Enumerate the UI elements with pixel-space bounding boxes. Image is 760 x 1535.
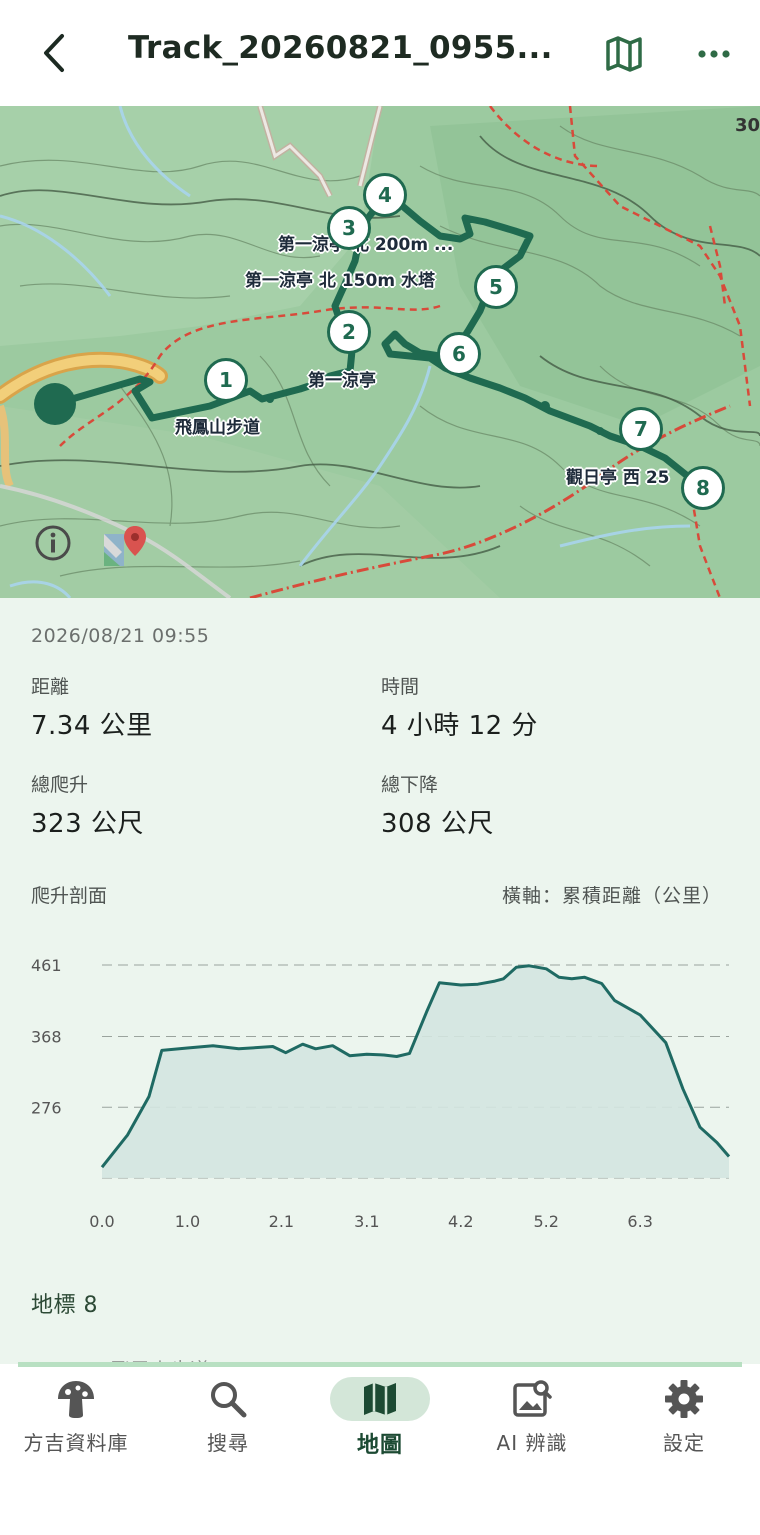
map-icon bbox=[606, 36, 642, 72]
time-label: 時間 bbox=[381, 676, 420, 698]
y-tick-label: 368 bbox=[31, 1028, 62, 1047]
tab-label: 方吉資料庫 bbox=[23, 1431, 129, 1455]
x-tick-label: 0.0 bbox=[89, 1212, 114, 1231]
elevation-axis-note: 橫軸：累積距離（公里） bbox=[501, 885, 722, 907]
waypoint-marker-1[interactable]: 1 bbox=[204, 358, 248, 402]
page-title: Track_20260821_0955... bbox=[128, 30, 553, 66]
tab-label: 地圖 bbox=[356, 1433, 403, 1458]
track-map[interactable]: 30 飛鳳山步道 第一涼亭 第一涼亭 北 150m 水塔 第一涼亭 北 200m… bbox=[0, 106, 760, 598]
x-tick-label: 3.1 bbox=[354, 1212, 379, 1231]
tab-icon-wrap bbox=[26, 1377, 126, 1421]
tab-map[interactable]: 地圖 bbox=[304, 1367, 456, 1477]
tab-icon-wrap bbox=[178, 1377, 278, 1421]
waypoint-marker-5[interactable]: 5 bbox=[474, 265, 518, 309]
waypoint-marker-6[interactable]: 6 bbox=[437, 332, 481, 376]
tab-fungi-database[interactable]: 方吉資料庫 bbox=[0, 1367, 152, 1477]
tab-ai-identify[interactable]: AI 辨識 bbox=[456, 1367, 608, 1477]
tab-label: 搜尋 bbox=[207, 1431, 249, 1455]
gear-icon bbox=[665, 1380, 703, 1418]
more-options-button[interactable] bbox=[690, 30, 738, 78]
landmarks-title: 地標 8 bbox=[31, 1293, 98, 1318]
waypoint-marker-7[interactable]: 7 bbox=[619, 407, 663, 451]
top-app-bar: Track_20260821_0955... bbox=[0, 0, 760, 106]
tab-icon-wrap bbox=[482, 1377, 582, 1421]
x-tick-label: 6.3 bbox=[627, 1212, 652, 1231]
search-icon bbox=[211, 1382, 247, 1418]
tab-icon-wrap bbox=[634, 1377, 734, 1421]
elevation-profile-chart[interactable]: 461 368 276 0.0 1.0 2.1 3.1 4.2 5.2 6.3 bbox=[0, 938, 760, 1238]
waypoint-marker-2[interactable]: 2 bbox=[327, 310, 371, 354]
image-search-icon bbox=[513, 1380, 552, 1417]
mushroom-icon bbox=[58, 1381, 94, 1418]
map-label-pavilion-north-150: 第一涼亭 北 150m 水塔 bbox=[245, 271, 435, 291]
elevation-profile-title: 爬升剖面 bbox=[31, 885, 108, 907]
x-tick-label: 4.2 bbox=[448, 1212, 473, 1231]
x-tick-label: 1.0 bbox=[175, 1212, 200, 1231]
waypoint-marker-3[interactable]: 3 bbox=[327, 206, 371, 250]
tab-label: AI 辨識 bbox=[496, 1431, 568, 1455]
map-icon bbox=[364, 1383, 396, 1415]
y-tick-label: 461 bbox=[31, 956, 62, 975]
map-label-trail: 飛鳳山步道 bbox=[175, 418, 260, 438]
elevation-area-fill bbox=[102, 965, 729, 1178]
descent-value: 308 公尺 bbox=[381, 809, 494, 839]
ascent-label: 總爬升 bbox=[31, 774, 89, 796]
back-button[interactable] bbox=[30, 28, 78, 78]
map-label-sunview: 觀日亭 西 25 bbox=[566, 468, 670, 488]
distance-value: 7.34 公里 bbox=[31, 711, 153, 741]
track-datetime: 2026/08/21 09:55 bbox=[31, 625, 210, 647]
waypoint-marker-8[interactable]: 8 bbox=[681, 466, 725, 510]
track-detail-panel: 2026/08/21 09:55 距離 7.34 公里 時間 4 小時 12 分… bbox=[0, 598, 760, 1364]
info-icon bbox=[35, 525, 71, 561]
chevron-left-icon bbox=[44, 34, 64, 72]
open-google-maps-button[interactable] bbox=[100, 522, 148, 570]
tab-label: 設定 bbox=[663, 1431, 705, 1455]
x-tick-label: 5.2 bbox=[533, 1212, 558, 1231]
y-tick-label: 276 bbox=[31, 1098, 62, 1117]
tab-icon-wrap bbox=[330, 1377, 430, 1421]
tab-search[interactable]: 搜尋 bbox=[152, 1367, 304, 1477]
x-tick-label: 2.1 bbox=[269, 1212, 294, 1231]
more-horizontal-icon bbox=[698, 50, 730, 58]
google-maps-icon bbox=[104, 526, 146, 566]
map-view-button[interactable] bbox=[600, 30, 648, 78]
distance-label: 距離 bbox=[31, 676, 70, 698]
ascent-value: 323 公尺 bbox=[31, 809, 144, 839]
descent-label: 總下降 bbox=[381, 774, 439, 796]
map-info-button[interactable] bbox=[34, 524, 72, 562]
waypoint-marker-4[interactable]: 4 bbox=[363, 173, 407, 217]
time-value: 4 小時 12 分 bbox=[381, 711, 538, 741]
map-label-pavilion: 第一涼亭 bbox=[308, 371, 376, 391]
tab-settings[interactable]: 設定 bbox=[608, 1367, 760, 1477]
bottom-navigation: 方吉資料庫 搜尋 地圖 AI 辨識 設定 bbox=[0, 1367, 760, 1535]
map-scale-text: 30 bbox=[735, 115, 760, 136]
